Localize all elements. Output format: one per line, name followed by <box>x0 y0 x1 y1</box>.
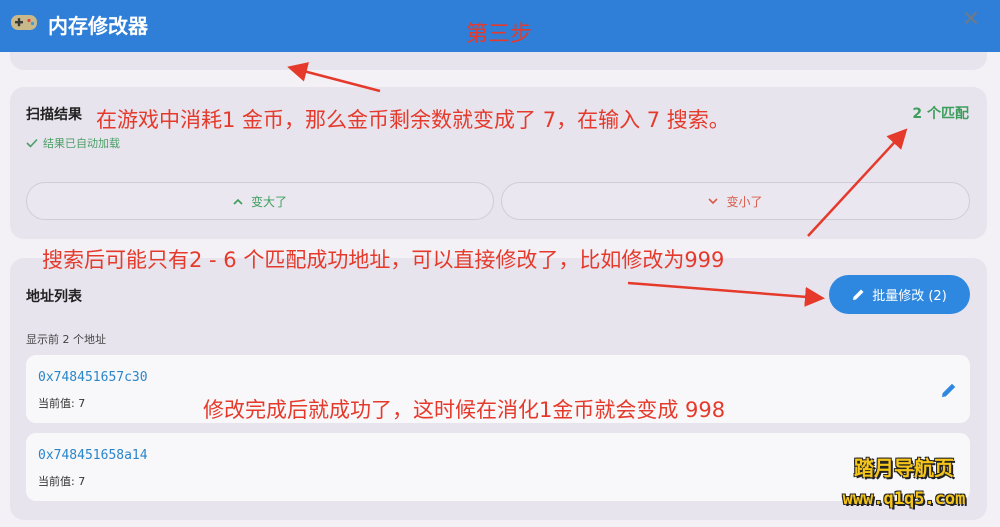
address-value: 0x748451658a14 <box>38 448 148 463</box>
bigger-button[interactable]: 变大了 <box>26 182 494 220</box>
address-list-title: 地址列表 <box>26 289 82 305</box>
watermark-title: 踏月导航页 <box>854 456 954 480</box>
auto-loaded-status: 结果已自动加载 <box>26 135 120 151</box>
close-icon[interactable]: ✕ <box>960 9 982 31</box>
app-title: 内存修改器 <box>48 14 148 38</box>
annotation-note-3: 修改完成后就成功了，这时候在消化1金币就会变成 998 <box>203 398 726 422</box>
match-count-badge: 2 个匹配 <box>912 106 969 122</box>
annotation-note-2: 搜索后可能只有2 - 6 个匹配成功地址，可以直接修改了，比如修改为999 <box>42 248 725 272</box>
scan-results-title: 扫描结果 <box>26 107 82 123</box>
auto-loaded-label: 结果已自动加载 <box>43 137 120 150</box>
pencil-icon <box>853 289 864 300</box>
chevron-down-icon <box>708 197 719 204</box>
watermark: 踏月导航页 www.q1q5.com <box>818 452 990 520</box>
smaller-button-label: 变小了 <box>726 194 763 209</box>
current-value: 当前值: 7 <box>38 475 86 488</box>
edit-icon[interactable] <box>940 381 958 399</box>
showing-count-text: 显示前 2 个地址 <box>26 333 106 346</box>
batch-modify-label: 批量修改 (2) <box>872 289 947 304</box>
batch-modify-button[interactable]: 批量修改 (2) <box>829 275 970 314</box>
previous-card-bottom <box>10 52 987 70</box>
step-annotation: 第三步 <box>466 22 533 47</box>
current-value: 当前值: 7 <box>38 397 86 410</box>
address-value: 0x748451657c30 <box>38 370 148 385</box>
check-icon <box>26 138 38 148</box>
watermark-url: www.q1q5.com <box>842 489 966 509</box>
chevron-up-icon <box>233 198 243 205</box>
gamepad-icon <box>11 15 37 30</box>
annotation-note-1: 在游戏中消耗1 金币，那么金币剩余数就变成了 7，在输入 7 搜索。 <box>96 108 730 132</box>
smaller-button[interactable]: 变小了 <box>501 182 970 220</box>
bigger-button-label: 变大了 <box>250 194 287 209</box>
